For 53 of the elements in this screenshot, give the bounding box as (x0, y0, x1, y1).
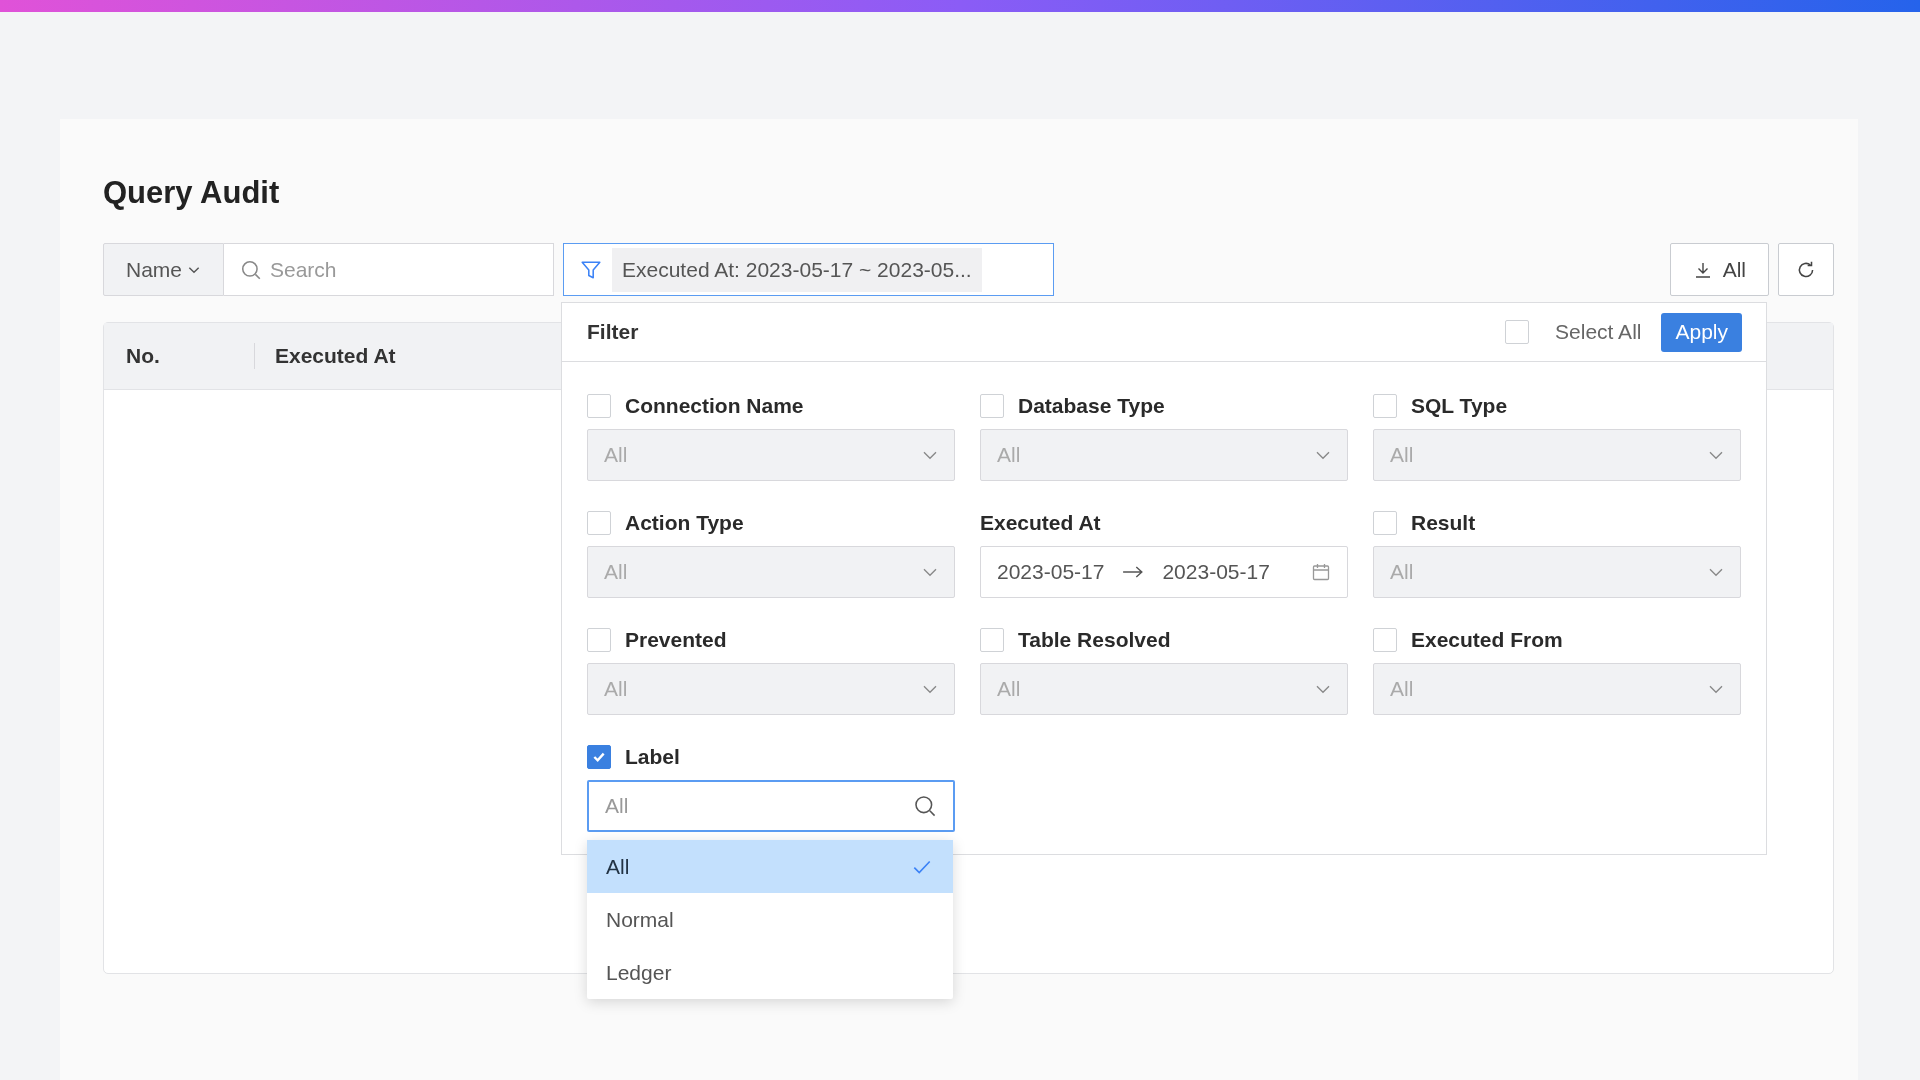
field-label: Action Type (625, 511, 744, 535)
search-icon (913, 794, 937, 818)
refresh-button[interactable] (1778, 243, 1834, 296)
field-label: Prevented (625, 628, 727, 652)
filter-title: Filter (587, 320, 639, 344)
select-placeholder: All (604, 677, 628, 701)
select-placeholder: All (1390, 443, 1414, 467)
search-icon (240, 258, 262, 281)
select-placeholder: All (1390, 560, 1414, 584)
field-label: Label (625, 745, 680, 769)
dropdown-option[interactable]: All (587, 840, 953, 893)
select-placeholder: All (997, 443, 1021, 467)
search-placeholder: Search (270, 257, 338, 282)
search-scope-select[interactable]: Name (103, 243, 224, 296)
calendar-icon (1311, 562, 1331, 582)
select-all-label: Select All (1555, 320, 1642, 344)
search-placeholder: All (605, 794, 630, 818)
select-field[interactable]: All (1373, 546, 1741, 598)
select-field[interactable]: All (587, 663, 955, 715)
field-label: Connection Name (625, 394, 804, 418)
select-field[interactable]: All (980, 663, 1348, 715)
search-field[interactable]: Search (224, 243, 554, 296)
select-field[interactable]: All (1373, 663, 1741, 715)
export-button[interactable]: All (1669, 243, 1769, 296)
filter-field[interactable]: Executed At: 2023-05-17 ~ 2023-05... (563, 243, 1054, 296)
date-range-field[interactable]: 2023-05-17 2023-05-17 (980, 546, 1348, 598)
arrow-right-icon (1122, 565, 1145, 579)
select-field[interactable]: All (1373, 429, 1741, 481)
select-placeholder: All (1390, 677, 1414, 701)
select-field[interactable]: All (587, 546, 955, 598)
column-header: No. (125, 343, 161, 369)
field-label: SQL Type (1411, 394, 1508, 418)
end-date: 2023-05-17 (1162, 560, 1270, 584)
filter-tag[interactable]: Executed At: 2023-05-17 ~ 2023-05... (612, 247, 982, 292)
dropdown-option[interactable]: Ledger (587, 946, 953, 999)
page-title: Query Audit (103, 176, 281, 210)
select-field[interactable]: All (980, 429, 1348, 481)
dropdown-option[interactable]: Normal (587, 893, 953, 946)
checkbox[interactable] (587, 745, 611, 769)
start-date: 2023-05-17 (997, 560, 1105, 584)
apply-button[interactable]: Apply (1661, 312, 1742, 352)
select-placeholder: All (997, 677, 1021, 701)
column-header: Executed At (254, 343, 551, 369)
label-search-field[interactable]: All (587, 780, 955, 832)
field-label: Executed From (1411, 628, 1563, 652)
select-placeholder: All (604, 560, 628, 584)
field-label: Result (1411, 511, 1476, 535)
select-placeholder: All (604, 443, 628, 467)
field-label: Table Resolved (1018, 628, 1171, 652)
field-label: Executed At (980, 511, 1101, 535)
field-label: Database Type (1018, 394, 1165, 418)
select-field[interactable]: All (587, 429, 955, 481)
select-all-checkbox[interactable] (1505, 320, 1530, 344)
